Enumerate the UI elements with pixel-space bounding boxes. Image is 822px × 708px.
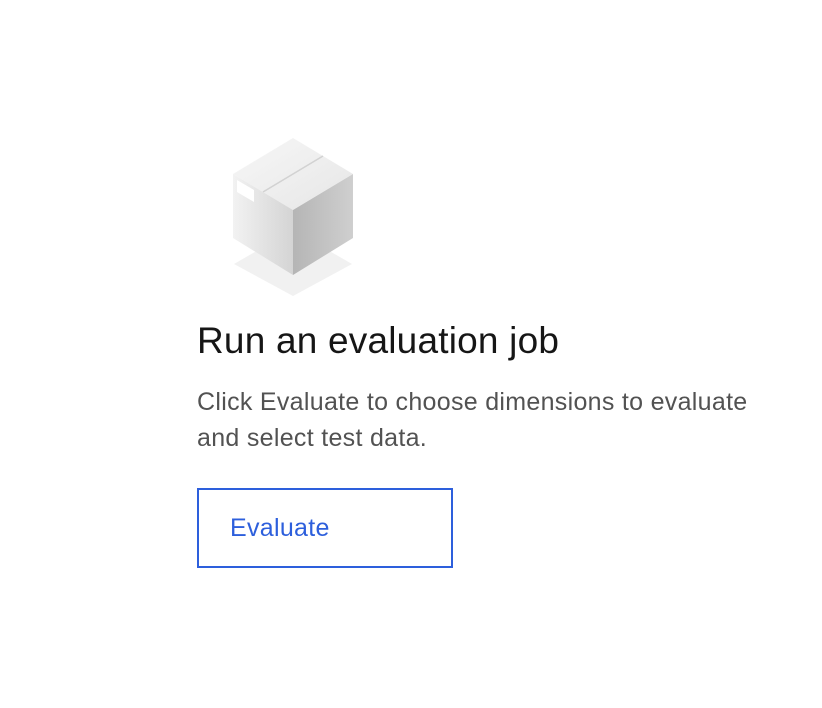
package-box-icon bbox=[233, 138, 353, 296]
empty-state-title: Run an evaluation job bbox=[197, 320, 560, 361]
empty-state-description: Click Evaluate to choose dimensions to e… bbox=[197, 388, 748, 452]
evaluate-button[interactable]: Evaluate bbox=[197, 488, 453, 568]
empty-state: Run an evaluation job Click Evaluate to … bbox=[0, 0, 822, 708]
